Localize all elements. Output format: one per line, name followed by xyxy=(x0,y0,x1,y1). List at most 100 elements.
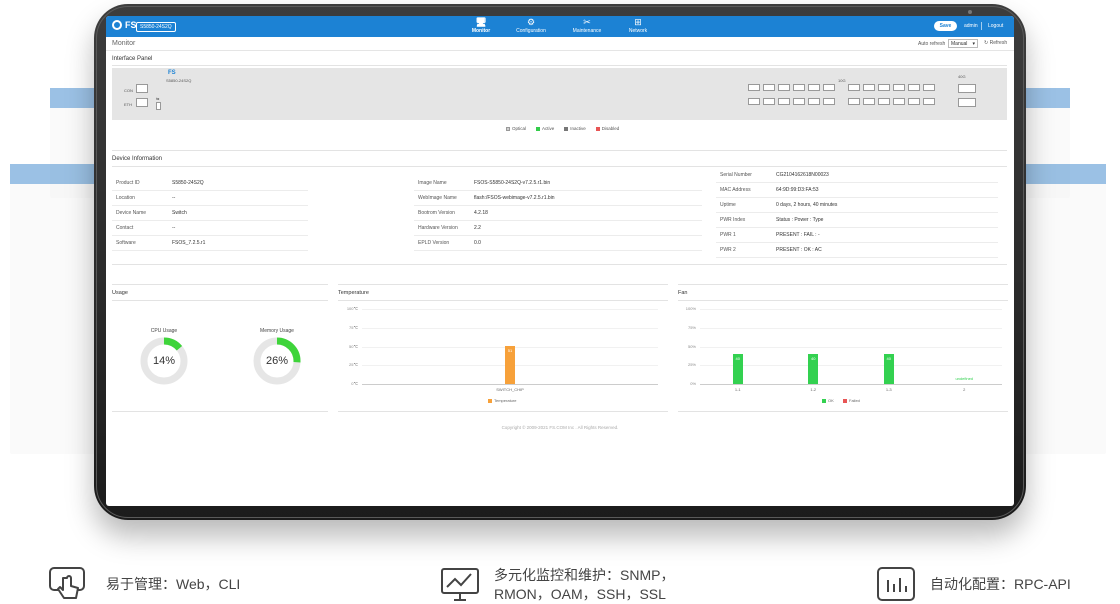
eth-label: ETH xyxy=(124,102,132,107)
temperature-legend-label: Temperature xyxy=(494,398,517,403)
sfp-port[interactable] xyxy=(923,98,935,105)
sfp-port[interactable] xyxy=(878,98,890,105)
device-info-key: PWR 2 xyxy=(720,247,736,253)
sfp-port[interactable] xyxy=(863,98,875,105)
y-tick-label: 25℃ xyxy=(349,362,358,368)
usage-title: Usage xyxy=(112,290,128,296)
x-tick-label: SWITCH_CHIP xyxy=(496,387,524,392)
legend-disabled-label: Disabled xyxy=(601,126,620,131)
gear-icon: ⚙ xyxy=(526,17,536,27)
device-info-key: WebImage Name xyxy=(418,195,457,201)
refresh-label: Refresh xyxy=(989,40,1008,46)
device-info-row-line xyxy=(414,220,702,221)
nav-monitor-label: Monitor xyxy=(471,28,491,34)
device-info-top-divider xyxy=(112,150,1007,151)
nav-configuration[interactable]: ⚙ Configuration xyxy=(505,17,557,34)
device-info-key: Device Name xyxy=(116,210,147,216)
fan-legend-failed-swatch xyxy=(843,399,847,403)
legend-inactive: Inactive xyxy=(564,126,586,131)
sfp-port[interactable] xyxy=(778,98,790,105)
qsfp-port[interactable] xyxy=(958,84,976,93)
gridline xyxy=(362,327,658,329)
nav-network[interactable]: ⊞ Network xyxy=(612,17,664,34)
device-info-row-line xyxy=(414,250,702,251)
sfp-port[interactable] xyxy=(893,98,905,105)
monitor-chart-icon-stand xyxy=(454,593,466,601)
nav-network-label: Network xyxy=(628,28,648,34)
eth-port[interactable] xyxy=(136,98,148,107)
device-info-key: Bootrom Version xyxy=(418,210,455,216)
device-info-value: PRESENT : OK : AC xyxy=(776,247,822,253)
fan-legend-failed-label: Failed xyxy=(849,398,860,403)
refresh-button[interactable]: ↻ Refresh xyxy=(984,40,1007,46)
legend-disabled: Disabled xyxy=(595,126,620,131)
user-name[interactable]: admin xyxy=(964,23,978,29)
y-tick-label: 75% xyxy=(687,324,696,330)
sfp-port[interactable] xyxy=(908,84,920,91)
monitor-icon: 🖥 xyxy=(475,17,487,27)
bar-data-label: 40 xyxy=(886,356,891,361)
interface-panel-divider xyxy=(112,65,1007,66)
feature-monitoring-text: 多元化监控和维护：SNMP，RMON，OAM，SSH，SSL xyxy=(494,567,675,602)
auto-refresh-select[interactable]: Manual ▾ xyxy=(948,39,978,48)
sfp-port[interactable] xyxy=(908,98,920,105)
sfp-port[interactable] xyxy=(793,98,805,105)
bar-chart-icon-frame xyxy=(877,567,915,601)
sfp-port[interactable] xyxy=(923,84,935,91)
y-tick-label: 100℃ xyxy=(346,306,358,311)
gridline xyxy=(700,309,1002,310)
feature-easy-management: 易于管理：Web，CLI xyxy=(48,566,240,602)
sfp-port[interactable] xyxy=(823,84,835,91)
device-info-value: 2.2 xyxy=(474,225,481,231)
sfp-port[interactable] xyxy=(848,84,860,91)
save-button[interactable]: Save xyxy=(934,21,957,31)
device-info-key: Hardware Version xyxy=(418,225,458,231)
device-info-row-line xyxy=(414,190,702,191)
usage-top-divider xyxy=(112,284,328,285)
nav-monitor[interactable]: 🖥 Monitor xyxy=(455,17,507,34)
sfp-port[interactable] xyxy=(793,84,805,91)
device-info-row-line xyxy=(112,205,308,206)
sfp-port[interactable] xyxy=(893,84,905,91)
feature-automation: 自动化配置：RPC-API xyxy=(876,566,1071,602)
brand-logo[interactable]: FS xyxy=(112,20,137,30)
qsfp-port[interactable] xyxy=(958,98,976,107)
sfp-port[interactable] xyxy=(863,84,875,91)
sfp-port[interactable] xyxy=(808,84,820,91)
ghost-window-far-right xyxy=(1014,164,1106,454)
gridline xyxy=(700,327,1002,329)
cpu-usage-value: 14% xyxy=(152,355,176,367)
sfp-port[interactable] xyxy=(763,98,775,105)
sfp-label: 10G xyxy=(838,78,846,83)
network-icon: ⊞ xyxy=(634,17,642,27)
sfp-port[interactable] xyxy=(748,84,760,91)
temperature-bottom-divider xyxy=(338,411,668,412)
y-tick-label: 50% xyxy=(687,343,696,349)
device-info-value: -- xyxy=(172,195,176,201)
logout-link[interactable]: Logout xyxy=(988,23,1003,29)
device-info-value: 0 days, 2 hours, 40 minutes xyxy=(776,202,838,208)
gridline xyxy=(700,346,1002,348)
sfp-port[interactable] xyxy=(808,98,820,105)
device-info-title: Device Information xyxy=(112,156,163,162)
interface-panel: FS S5850-24S2Q CON ETH ⇆ 10G 40G xyxy=(112,68,1007,120)
sfp-port[interactable] xyxy=(848,98,860,105)
sfp-port[interactable] xyxy=(778,84,790,91)
device-info-key: PWR Index xyxy=(720,217,746,223)
product-showcase: FS S5850-24S2Q 🖥 Monitor ⚙ Configuration… xyxy=(0,0,1120,604)
temperature-top-divider xyxy=(338,284,668,285)
sfp-port[interactable] xyxy=(878,84,890,91)
nav-maintenance-label: Maintenance xyxy=(572,28,602,34)
usb-icon: ⇆ xyxy=(156,96,160,101)
con-port[interactable] xyxy=(136,84,148,93)
y-tick-label: 75℃ xyxy=(349,324,358,330)
sfp-port[interactable] xyxy=(763,84,775,91)
gridline xyxy=(700,384,1002,385)
sfp-port[interactable] xyxy=(748,98,760,105)
gridline xyxy=(700,365,1002,367)
sfp-port[interactable] xyxy=(823,98,835,105)
device-info-value: 4.2.18 xyxy=(474,210,488,216)
nav-maintenance[interactable]: ✂ Maintenance xyxy=(561,17,613,34)
usb-port[interactable] xyxy=(156,102,161,110)
temperature-legend-swatch xyxy=(488,399,492,403)
